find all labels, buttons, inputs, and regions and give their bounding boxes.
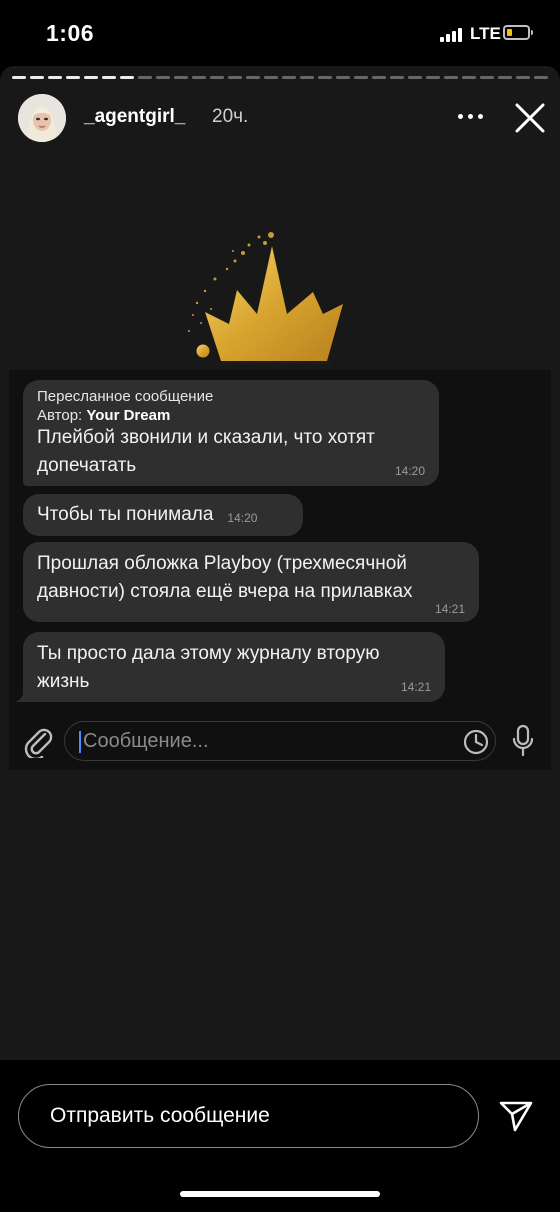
avatar[interactable]	[18, 94, 66, 142]
story-progress-segment	[534, 76, 548, 79]
story-progress-segment	[12, 76, 26, 79]
message-text: Ты просто дала этому журналу вторую жизн…	[37, 643, 380, 692]
story-progress-segment	[336, 76, 350, 79]
text-caret	[79, 731, 81, 753]
story-progress-segment	[300, 76, 314, 79]
message-time: 14:20	[227, 511, 258, 525]
story-progress-segment	[354, 76, 368, 79]
message-bubble: Прошлая обложка Playboy (трехмесячной да…	[23, 542, 479, 622]
story-progress-segment	[210, 76, 224, 79]
story-progress-segment	[174, 76, 188, 79]
story-progress-segment	[246, 76, 260, 79]
microphone-icon	[511, 724, 535, 758]
signal-strength-icon	[440, 28, 464, 42]
story-username[interactable]: _agentgirl_	[84, 106, 185, 128]
message-time: 14:21	[400, 680, 431, 694]
home-indicator	[180, 1191, 380, 1197]
message-bubble: Пересланное сообщение Автор: Your Dream …	[23, 380, 439, 486]
story-progress-segment	[480, 76, 494, 79]
clock-icon	[463, 729, 489, 755]
story-progress-segment	[228, 76, 242, 79]
network-type: LTE	[470, 24, 501, 43]
story-progress-segment	[390, 76, 404, 79]
story-progress-segment	[48, 76, 62, 79]
story-progress-segment	[372, 76, 386, 79]
story-progress-segment	[408, 76, 422, 79]
message-bubble: Ты просто дала этому журналу вторую жизн…	[23, 632, 445, 702]
paperclip-icon	[23, 726, 53, 761]
story-progress-segment	[30, 76, 44, 79]
story-progress-segment	[264, 76, 278, 79]
story-progress-segment	[102, 76, 116, 79]
reply-placeholder: Отправить сообщение	[50, 1104, 270, 1127]
message-text: Плейбой звонили и сказали, что хотят доп…	[37, 427, 375, 476]
story-viewer[interactable]: _agentgirl_ 20ч. Пересланное сообщение А…	[0, 66, 560, 1060]
crown-image	[175, 221, 355, 366]
story-progress-segment	[84, 76, 98, 79]
battery-icon	[503, 25, 533, 40]
story-progress-segment	[192, 76, 206, 79]
story-progress-bar	[12, 76, 548, 79]
story-progress-segment	[444, 76, 458, 79]
story-progress-segment	[138, 76, 152, 79]
story-progress-segment	[498, 76, 512, 79]
chat-screenshot: Пересланное сообщение Автор: Your Dream …	[9, 370, 551, 770]
more-horizontal-icon[interactable]	[458, 114, 484, 120]
bubble-tail	[15, 688, 29, 702]
story-progress-segment	[156, 76, 170, 79]
story-progress-segment	[66, 76, 80, 79]
message-text: Чтобы ты понимала 14:20	[37, 502, 289, 531]
story-progress-segment	[282, 76, 296, 79]
message-input-placeholder: Сообщение...	[83, 730, 209, 752]
message-bubble: Чтобы ты понимала 14:20	[23, 494, 303, 536]
story-progress-segment	[462, 76, 476, 79]
message-text: Прошлая обложка Playboy (трехмесячной да…	[37, 553, 413, 602]
status-bar: 1:06 LTE	[0, 0, 560, 66]
close-icon[interactable]	[512, 100, 548, 136]
story-progress-segment	[318, 76, 332, 79]
chat-composer: Сообщение...	[9, 718, 551, 766]
message-time: 14:20	[394, 464, 425, 478]
story-progress-segment	[426, 76, 440, 79]
message-time: 14:21	[434, 602, 465, 616]
story-progress-segment	[120, 76, 134, 79]
forwarded-author: Автор: Your Dream	[37, 407, 171, 424]
status-time: 1:06	[46, 20, 95, 46]
story-progress-segment	[516, 76, 530, 79]
forwarded-title: Пересланное сообщение	[37, 388, 214, 405]
story-time-ago: 20ч.	[212, 106, 249, 127]
reply-input[interactable]: Отправить сообщение	[18, 1084, 479, 1148]
message-input: Сообщение...	[64, 721, 496, 761]
send-icon[interactable]	[498, 1099, 534, 1133]
